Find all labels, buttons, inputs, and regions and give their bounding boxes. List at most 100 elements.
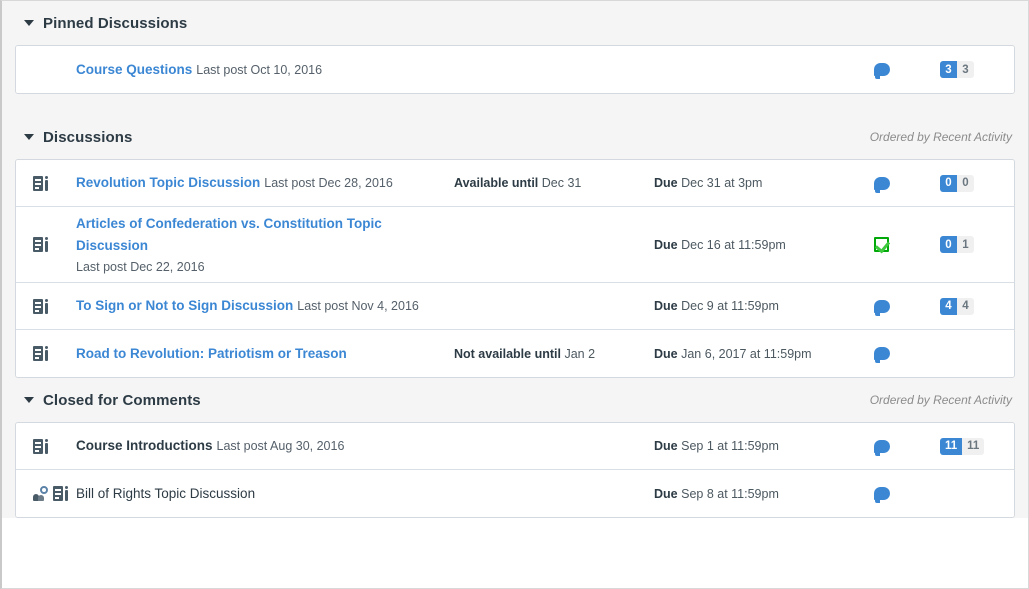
discussion-title[interactable]: Revolution Topic Discussion: [76, 175, 260, 190]
unread-total-badge[interactable]: 00: [940, 174, 974, 192]
row-title-cell: Bill of Rights Topic Discussion: [76, 483, 454, 505]
discussion-icon: [33, 346, 48, 362]
discussion-bubble-icon[interactable]: [874, 347, 890, 364]
status-icon-cell: [874, 176, 936, 193]
section-header-pinned[interactable]: Pinned Discussions: [2, 1, 1028, 45]
section-order-note: Ordered by Recent Activity: [869, 393, 1012, 408]
bottom-spacer: [2, 518, 1028, 531]
due-label: Due: [654, 176, 678, 190]
unread-total-badge[interactable]: 33: [940, 61, 974, 78]
availability-cell: Not available until Jan 2: [454, 347, 654, 361]
row-icon-cell: [16, 175, 76, 191]
total-count: 4: [957, 297, 974, 315]
total-count: 3: [957, 61, 974, 78]
badge-cell: 33: [936, 61, 1014, 78]
section-header-closed[interactable]: Closed for Comments Ordered by Recent Act…: [2, 378, 1028, 423]
section-title: Discussions: [43, 128, 133, 146]
due-value: Dec 16 at 11:59pm: [681, 237, 786, 252]
discussion-title[interactable]: Articles of Confederation vs. Constituti…: [76, 216, 382, 253]
section-title: Pinned Discussions: [43, 14, 188, 32]
discussion-row[interactable]: Course Introductions Last post Aug 30, 20…: [16, 423, 1014, 471]
unread-count: 3: [940, 61, 957, 78]
discussion-title: Bill of Rights Topic Discussion: [76, 485, 256, 501]
total-count: 0: [957, 174, 974, 192]
discussion-row[interactable]: Articles of Confederation vs. Constituti…: [16, 207, 1014, 284]
unread-total-badge[interactable]: 01: [940, 236, 974, 254]
badge-cell: 44: [936, 297, 1014, 315]
due-label: Due: [654, 486, 678, 501]
due-label: Due: [654, 299, 678, 314]
row-icon-cell: [16, 346, 76, 362]
due-label: Due: [654, 237, 678, 252]
status-icon-cell: [874, 439, 936, 456]
badge-cell: 11 11: [936, 437, 1014, 455]
chevron-down-icon[interactable]: [24, 397, 34, 404]
discussion-icon: [33, 237, 48, 253]
discussion-row[interactable]: Course Questions Last post Oct 10, 2016 3 3: [16, 46, 1014, 93]
availability-value: Dec 31: [541, 176, 582, 190]
availability-cell: Available until Dec 31: [454, 176, 654, 190]
last-post-text: Last post Dec 28, 2016: [264, 176, 393, 191]
due-cell: Due Dec 31 at 3pm: [654, 176, 874, 190]
discussion-title[interactable]: Road to Revolution: Patriotism or Treaso…: [76, 346, 347, 361]
status-icon-cell: [874, 487, 936, 504]
badge-cell: 01: [936, 236, 1014, 254]
row-title-cell: Road to Revolution: Patriotism or Treaso…: [76, 343, 454, 365]
availability-value: Jan 2: [564, 346, 596, 361]
discussion-row[interactable]: To Sign or Not to Sign Discussion Last po…: [16, 283, 1014, 331]
section-pinned: Pinned Discussions Course Questions Last p…: [2, 1, 1028, 115]
status-icon-cell: [874, 237, 936, 253]
unread-count: 4: [940, 297, 957, 315]
discussion-row[interactable]: Road to Revolution: Patriotism or Treaso…: [16, 330, 1014, 378]
section-body-pinned: Course Questions Last post Oct 10, 2016 3 3: [2, 45, 1028, 115]
chevron-down-icon[interactable]: [24, 134, 34, 140]
discussion-bubble-icon[interactable]: [874, 487, 890, 504]
last-post-text: Last post Aug 30, 2016: [216, 439, 345, 454]
last-post-text: Last post Oct 10, 2016: [196, 62, 323, 77]
due-value: Dec 31 at 3pm: [681, 176, 763, 190]
row-title-cell: Revolution Topic Discussion Last post Dec…: [76, 172, 454, 194]
unread-total-badge[interactable]: 44: [940, 297, 974, 315]
discussion-icon: [33, 438, 48, 454]
section-body-discussions: Revolution Topic Discussion Last post Dec…: [2, 159, 1028, 379]
discussion-bubble-icon[interactable]: [874, 299, 890, 316]
discussion-row[interactable]: Revolution Topic Discussion Last post Dec…: [16, 160, 1014, 207]
row-title-cell: Course Questions Last post Oct 10, 2016: [76, 59, 454, 81]
section-closed: Closed for Comments Ordered by Recent Act…: [2, 378, 1028, 519]
discussion-title: Course Introductions: [76, 438, 213, 454]
section-title: Closed for Comments: [43, 391, 201, 409]
status-icon-cell: [874, 347, 936, 364]
discussion-list-discussions: Revolution Topic Discussion Last post Dec…: [15, 159, 1015, 379]
discussion-icon: [33, 175, 48, 191]
unread-count: 11: [940, 437, 963, 455]
row-icon-cell: [16, 298, 76, 314]
discussion-list-closed: Course Introductions Last post Aug 30, 20…: [15, 422, 1015, 519]
due-value: Dec 9 at 11:59pm: [681, 299, 779, 314]
discussion-bubble-icon[interactable]: [874, 439, 890, 456]
row-title-cell: Course Introductions Last post Aug 30, 20…: [76, 435, 454, 457]
last-post-text: Last post Dec 22, 2016: [76, 260, 205, 275]
discussions-index-page: Pinned Discussions Course Questions Last p…: [0, 0, 1029, 589]
unread-count: 0: [940, 174, 957, 192]
section-header-discussions[interactable]: Discussions Ordered by Recent Activity: [2, 115, 1028, 159]
row-icon-cell: [16, 486, 76, 502]
group-icon: [33, 486, 48, 502]
due-cell: Due Jan 6, 2017 at 11:59pm: [654, 347, 874, 361]
discussion-title[interactable]: To Sign or Not to Sign Discussion: [76, 298, 293, 313]
total-count: 11: [962, 437, 985, 455]
sections-container: Pinned Discussions Course Questions Last p…: [2, 1, 1028, 531]
discussion-bubble-icon[interactable]: [874, 63, 890, 79]
due-label: Due: [654, 346, 678, 361]
discussion-title[interactable]: Course Questions: [76, 62, 192, 77]
due-value: Sep 1 at 11:59pm: [681, 439, 779, 454]
discussion-bubble-icon[interactable]: [874, 176, 890, 193]
section-body-closed: Course Introductions Last post Aug 30, 20…: [2, 422, 1028, 519]
status-icon-cell: [874, 299, 936, 316]
status-icon-cell: [874, 63, 936, 79]
unread-total-badge[interactable]: 11 11: [940, 437, 985, 455]
graded-check-icon[interactable]: [874, 237, 889, 253]
section-order-note: Ordered by Recent Activity: [869, 130, 1012, 144]
discussion-row[interactable]: Bill of Rights Topic Discussion Due Sep 8…: [16, 470, 1014, 518]
discussion-icon: [53, 486, 68, 502]
chevron-down-icon[interactable]: [24, 20, 34, 26]
